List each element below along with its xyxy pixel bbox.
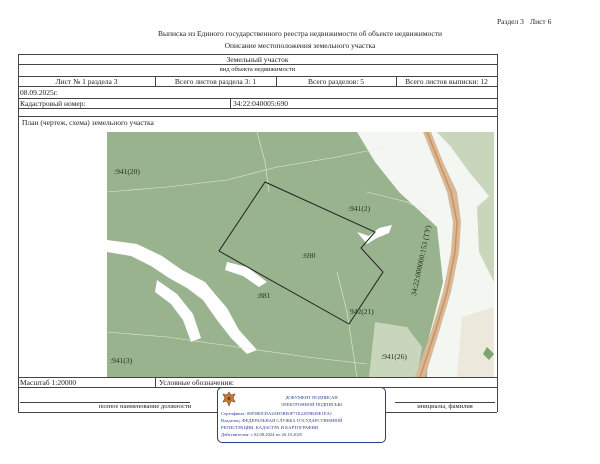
parcel-label-se: 942(21) — [350, 307, 374, 316]
section-ref: Раздел 3 — [497, 17, 524, 26]
sheets-in-section: Всего листов раздела 3: 1 — [174, 77, 257, 86]
emblem-icon — [222, 391, 236, 407]
stamp-owner2: РЕГИСТРАЦИИ, КАДАСТРА И КАРТОГРАФИИ — [221, 425, 319, 430]
document-title: Выписка из Единого государственного реес… — [157, 29, 443, 38]
cadastral-number: 34:22:040005:690 — [233, 99, 289, 108]
sheet-ref: Лист 6 — [530, 17, 552, 26]
parcel-label-nw: :941(20) — [114, 167, 140, 176]
cadastral-map — [107, 132, 494, 377]
stamp-line2: ЭЛЕКТРОННОЙ ПОДПИСЬЮ — [280, 402, 343, 407]
stamp-line1: ДОКУМЕНТ ПОДПИСАН — [285, 395, 338, 400]
sections-total: Всего разделов: 5 — [307, 77, 365, 86]
scale-label: Масштаб 1:20000 — [20, 378, 77, 387]
stamp-valid: Действителен: с 02.08.2024 по 26.10.2025 — [221, 432, 303, 437]
document-subtitle: Описание местоположения земельного участ… — [224, 41, 376, 50]
parcel-label-center: :881 — [257, 291, 271, 300]
plan-label: План (чертеж, схема) земельного участка — [22, 118, 154, 127]
cadastral-label: Кадастровый номер: — [20, 99, 86, 108]
electronic-signature-stamp: ДОКУМЕНТ ПОДПИСАН ЭЛЕКТРОННОЙ ПОДПИСЬЮ С… — [217, 387, 386, 443]
parcel-label-s: :941(26) — [381, 352, 407, 361]
parcel-label-main: :690 — [302, 251, 316, 260]
sheets-total: Всего листов выписки: 12 — [405, 77, 488, 86]
sheet-of-section: Лист № 1 раздела 3 — [55, 77, 118, 86]
name-caption: инициалы, фамилия — [417, 403, 473, 410]
legend-label: Условные обозначения: — [159, 378, 235, 387]
object-name: Земельный участок — [226, 55, 289, 64]
stamp-cert: Сертификат: 00F5B0CDA4AD5BE0F71E22D9B28E… — [221, 411, 333, 416]
parcel-label-ne: :941(2) — [348, 204, 371, 213]
object-name-caption: вид объекта недвижимости — [219, 66, 296, 73]
stamp-owner1: Владелец: ФЕДЕРАЛЬНАЯ СЛУЖБА ГОСУДАРСТВЕ… — [221, 418, 343, 423]
extract-date: 08.09.2025г. — [20, 88, 58, 97]
parcel-label-sw: :941(3) — [110, 356, 133, 365]
